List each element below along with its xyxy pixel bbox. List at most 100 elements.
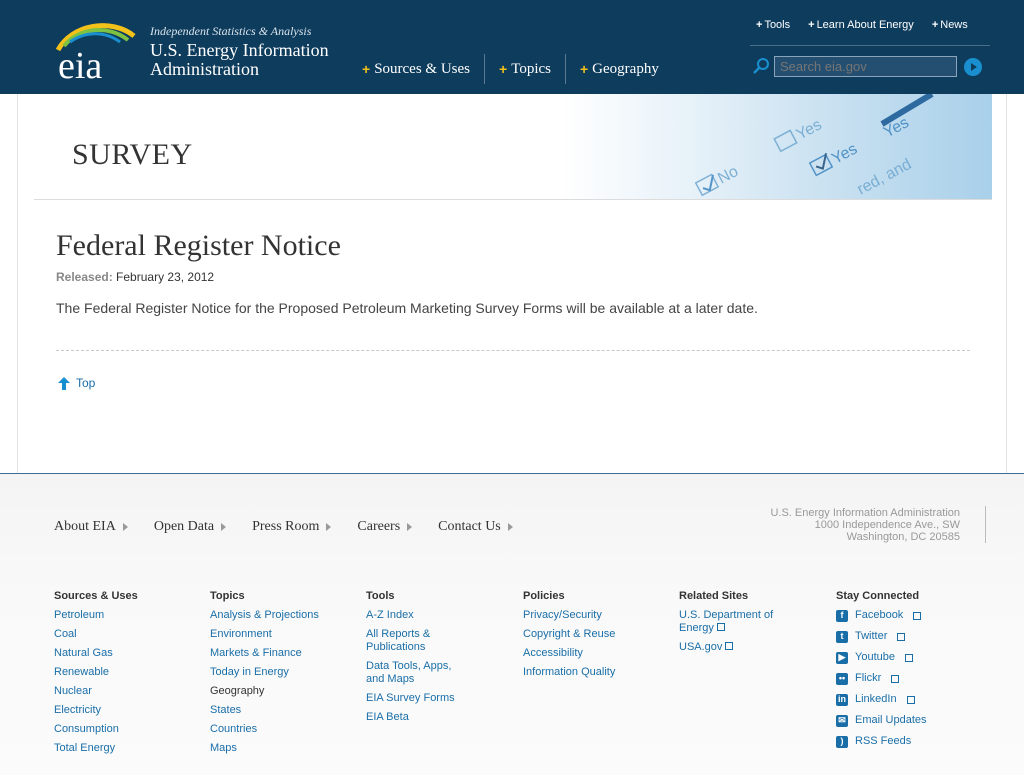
- footer-link[interactable]: Today in Energy: [210, 666, 350, 679]
- social-label: Facebook: [855, 609, 904, 621]
- triangle-right-icon: [507, 523, 513, 531]
- released-date: February 23, 2012: [116, 270, 215, 284]
- nav-sources-uses[interactable]: + Sources & Uses: [358, 54, 484, 84]
- footer-link[interactable]: Coal: [54, 628, 194, 641]
- plus-icon: +: [499, 61, 508, 77]
- footer-nav-label: Contact Us: [438, 519, 501, 534]
- rss-icon: ): [836, 735, 848, 748]
- triangle-right-icon: [407, 523, 413, 531]
- footer-about-eia[interactable]: About EIA: [54, 519, 128, 535]
- utility-nav: + Tools + Learn About Energy + News: [756, 19, 968, 31]
- footer-link[interactable]: Accessibility: [523, 647, 663, 660]
- footer-link[interactable]: Renewable: [54, 666, 194, 679]
- footer-link-label: U.S. Department of Energy: [679, 609, 774, 634]
- nav-topics[interactable]: + Topics: [484, 54, 565, 84]
- footer-link[interactable]: Information Quality: [523, 666, 663, 679]
- social-linkedin[interactable]: in LinkedIn: [836, 693, 966, 706]
- util-label: News: [940, 19, 968, 31]
- footer-link[interactable]: EIA Beta: [366, 711, 466, 724]
- footer-link[interactable]: Analysis & Projections: [210, 609, 350, 622]
- search-submit-button[interactable]: [964, 58, 982, 76]
- footer-link-usagov[interactable]: USA.gov: [679, 641, 789, 654]
- external-link-icon: [906, 695, 915, 704]
- external-link-icon: [716, 623, 725, 631]
- col-heading: Topics: [210, 590, 245, 602]
- release-date: Released: February 23, 2012: [56, 270, 214, 284]
- agency-address: U.S. Energy Information Administration 1…: [700, 507, 960, 543]
- logo-wordmark: eia: [58, 45, 102, 82]
- art-word: red, and: [855, 156, 915, 199]
- site-footer: About EIA Open Data Press Room Careers C…: [0, 473, 1024, 775]
- footer-nav: About EIA Open Data Press Room Careers C…: [54, 519, 513, 535]
- social-label: Twitter: [855, 630, 888, 642]
- footer-open-data[interactable]: Open Data: [154, 519, 227, 535]
- search-input[interactable]: [774, 56, 957, 77]
- social-facebook[interactable]: f Facebook: [836, 609, 966, 622]
- footer-col-related: Related Sites U.S. Department of Energy …: [679, 590, 789, 660]
- linkedin-icon: in: [836, 693, 848, 706]
- footer-link[interactable]: Maps: [210, 742, 350, 755]
- social-twitter[interactable]: t Twitter: [836, 630, 966, 643]
- footer-link[interactable]: EIA Survey Forms: [366, 692, 466, 705]
- plus-icon: +: [756, 19, 763, 31]
- footer-link[interactable]: Copyright & Reuse: [523, 628, 663, 641]
- util-label: Learn About Energy: [816, 19, 914, 31]
- agency-line-2: Administration: [150, 59, 259, 79]
- footer-link[interactable]: Natural Gas: [54, 647, 194, 660]
- footer-link[interactable]: Nuclear: [54, 685, 194, 698]
- footer-col-topics: Topics Analysis & Projections Environmen…: [210, 590, 350, 761]
- footer-link[interactable]: Environment: [210, 628, 350, 641]
- tagline: Independent Statistics & Analysis: [150, 24, 312, 38]
- footer-col-policies: Policies Privacy/Security Copyright & Re…: [523, 590, 663, 685]
- back-to-top-link[interactable]: Top: [58, 376, 95, 390]
- util-learn-about-energy[interactable]: + Learn About Energy: [808, 19, 914, 31]
- social-label: RSS Feeds: [855, 735, 912, 747]
- footer-link[interactable]: Petroleum: [54, 609, 194, 622]
- footer-link-doe[interactable]: U.S. Department of Energy: [679, 609, 789, 635]
- footer-link[interactable]: Privacy/Security: [523, 609, 663, 622]
- footer-link[interactable]: Data Tools, Apps, and Maps: [366, 660, 466, 686]
- footer-col-sources: Sources & Uses Petroleum Coal Natural Ga…: [54, 590, 194, 761]
- footer-contact-us[interactable]: Contact Us: [438, 519, 513, 535]
- social-youtube[interactable]: ▶ Youtube: [836, 651, 966, 664]
- address-line: 1000 Independence Ave., SW: [814, 519, 960, 531]
- col-heading: Tools: [366, 590, 395, 602]
- util-news[interactable]: + News: [932, 19, 968, 31]
- triangle-right-icon: [122, 523, 128, 531]
- nav-label: Sources & Uses: [374, 61, 471, 77]
- footer-link[interactable]: Electricity: [54, 704, 194, 717]
- util-label: Tools: [764, 19, 791, 31]
- social-email-updates[interactable]: ✉ Email Updates: [836, 714, 966, 727]
- footer-col-social: Stay Connected f Facebook t Twitter ▶ Youtu…: [836, 590, 966, 756]
- col-heading: Sources & Uses: [54, 590, 138, 602]
- social-flickr[interactable]: •• Flickr: [836, 672, 966, 685]
- art-word: Yes: [794, 116, 825, 143]
- util-tools[interactable]: + Tools: [756, 19, 790, 31]
- footer-careers[interactable]: Careers: [357, 519, 413, 535]
- col-heading: Policies: [523, 590, 565, 602]
- external-link-icon: [904, 653, 913, 662]
- footer-nav-label: About EIA: [54, 519, 116, 534]
- nav-geography[interactable]: + Geography: [564, 54, 673, 84]
- notice-body: The Federal Register Notice for the Prop…: [56, 300, 758, 316]
- agency-name[interactable]: Independent Statistics & Analysis U.S. E…: [150, 24, 329, 79]
- eia-logo[interactable]: eia: [54, 20, 138, 82]
- triangle-right-icon: [221, 523, 227, 531]
- footer-link[interactable]: Countries: [210, 723, 350, 736]
- footer-link[interactable]: Consumption: [54, 723, 194, 736]
- top-label: Top: [76, 376, 96, 390]
- art-word: No: [715, 163, 741, 188]
- social-rss-feeds[interactable]: ) RSS Feeds: [836, 735, 966, 748]
- footer-link[interactable]: All Reports & Publications: [366, 628, 466, 654]
- external-link-icon: [897, 632, 906, 641]
- footer-press-room[interactable]: Press Room: [252, 519, 332, 535]
- youtube-icon: ▶: [836, 651, 848, 664]
- footer-link[interactable]: Markets & Finance: [210, 647, 350, 660]
- external-link-icon: [913, 611, 922, 620]
- footer-link[interactable]: A-Z Index: [366, 609, 466, 622]
- search-icon: [753, 58, 769, 74]
- section-title: SURVEY: [72, 138, 193, 171]
- address-line: U.S. Energy Information Administration: [770, 507, 960, 519]
- footer-link[interactable]: Total Energy: [54, 742, 194, 755]
- footer-link[interactable]: States: [210, 704, 350, 717]
